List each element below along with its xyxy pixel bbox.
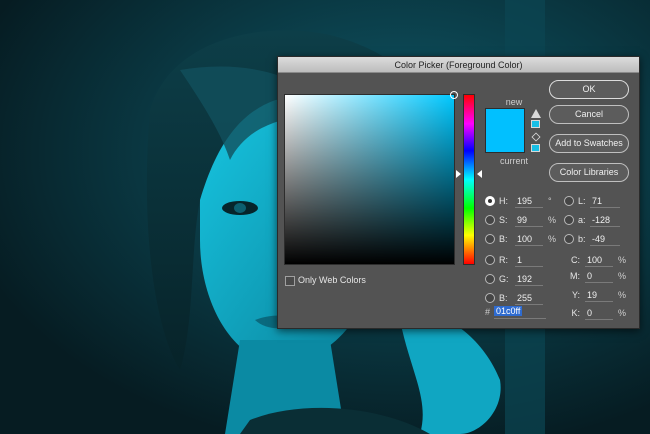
only-web-colors-checkbox[interactable] [285,276,295,286]
hue-slider-handle-right[interactable] [477,170,482,178]
black-unit: % [618,308,627,318]
color-field-marker[interactable] [450,91,458,99]
brightness-row: B: 100 % [485,232,565,246]
gamut-warning-swatch[interactable] [531,120,540,128]
saturation-unit: % [548,215,557,225]
brightness-label: B: [499,234,508,244]
green-input[interactable]: 192 [515,272,543,286]
color-field[interactable] [284,91,458,265]
blue-radio[interactable] [485,293,495,303]
lab-b-row: b: -49 [564,232,634,246]
lab-a-input[interactable]: -128 [590,213,620,227]
lab-l-label: L: [578,196,586,206]
yellow-unit: % [618,290,627,300]
hue-label: H: [499,196,508,206]
color-libraries-button[interactable]: Color Libraries [549,163,629,182]
hue-slider[interactable] [463,94,475,265]
lab-l-row: L: 71 [564,194,634,208]
green-radio[interactable] [485,274,495,284]
lab-b-radio[interactable] [564,234,574,244]
saturation-radio[interactable] [485,215,495,225]
new-color-label: new [505,97,523,107]
red-label: R: [499,255,508,265]
saturation-input[interactable]: 99 [515,213,543,227]
hex-input[interactable]: 01c0ff [494,305,546,319]
black-label: K: [571,308,580,318]
web-safe-swatch[interactable] [531,144,540,152]
yellow-label: Y: [571,290,580,300]
only-web-colors-label[interactable]: Only Web Colors [298,275,366,285]
saturation-row: S: 99 % [485,213,565,227]
magenta-label: M: [570,271,580,281]
lab-l-input[interactable]: 71 [590,194,620,208]
current-color-label: current [499,156,528,166]
green-row: G: 192 [485,272,565,286]
black-input[interactable]: 0 [585,306,613,320]
blue-row: B: 255 [485,291,565,305]
blue-label: B: [499,293,508,303]
lab-l-radio[interactable] [564,196,574,206]
cube-icon[interactable] [531,132,541,142]
yellow-input[interactable]: 19 [585,288,613,302]
lab-a-row: a: -128 [564,213,634,227]
brightness-unit: % [548,234,557,244]
warning-triangle-icon[interactable] [531,109,541,118]
hue-slider-handle-left[interactable] [456,170,461,178]
lab-b-label: b: [578,234,586,244]
cyan-row: C: 100 % [568,253,634,267]
blue-input[interactable]: 255 [515,291,543,305]
hue-row: H: 195 ° [485,194,565,208]
green-label: G: [499,274,509,284]
ok-button[interactable]: OK [549,80,629,99]
cyan-label: C: [571,255,580,265]
lab-a-radio[interactable] [564,215,574,225]
hue-input[interactable]: 195 [515,194,543,208]
color-picker-dialog: Color Picker (Foreground Color) new curr… [277,56,640,329]
magenta-input[interactable]: 0 [585,269,613,283]
dialog-title[interactable]: Color Picker (Foreground Color) [278,57,639,73]
magenta-row: M: 0 % [568,269,634,283]
yellow-row: Y: 19 % [568,288,634,302]
cyan-input[interactable]: 100 [585,253,613,267]
hex-value[interactable]: 01c0ff [494,306,523,316]
hue-unit: ° [548,196,552,206]
cyan-unit: % [618,255,627,265]
new-current-swatch[interactable] [485,108,525,153]
brightness-radio[interactable] [485,234,495,244]
hue-radio[interactable] [485,196,495,206]
black-row: K: 0 % [568,306,634,320]
cancel-button[interactable]: Cancel [549,105,629,124]
add-to-swatches-button[interactable]: Add to Swatches [549,134,629,153]
lab-b-input[interactable]: -49 [590,232,620,246]
magenta-unit: % [618,271,627,281]
red-radio[interactable] [485,255,495,265]
saturation-label: S: [499,215,508,225]
red-row: R: 1 [485,253,565,267]
red-input[interactable]: 1 [515,253,543,267]
hex-hash-label: # [485,307,491,317]
brightness-input[interactable]: 100 [515,232,543,246]
lab-a-label: a: [578,215,586,225]
